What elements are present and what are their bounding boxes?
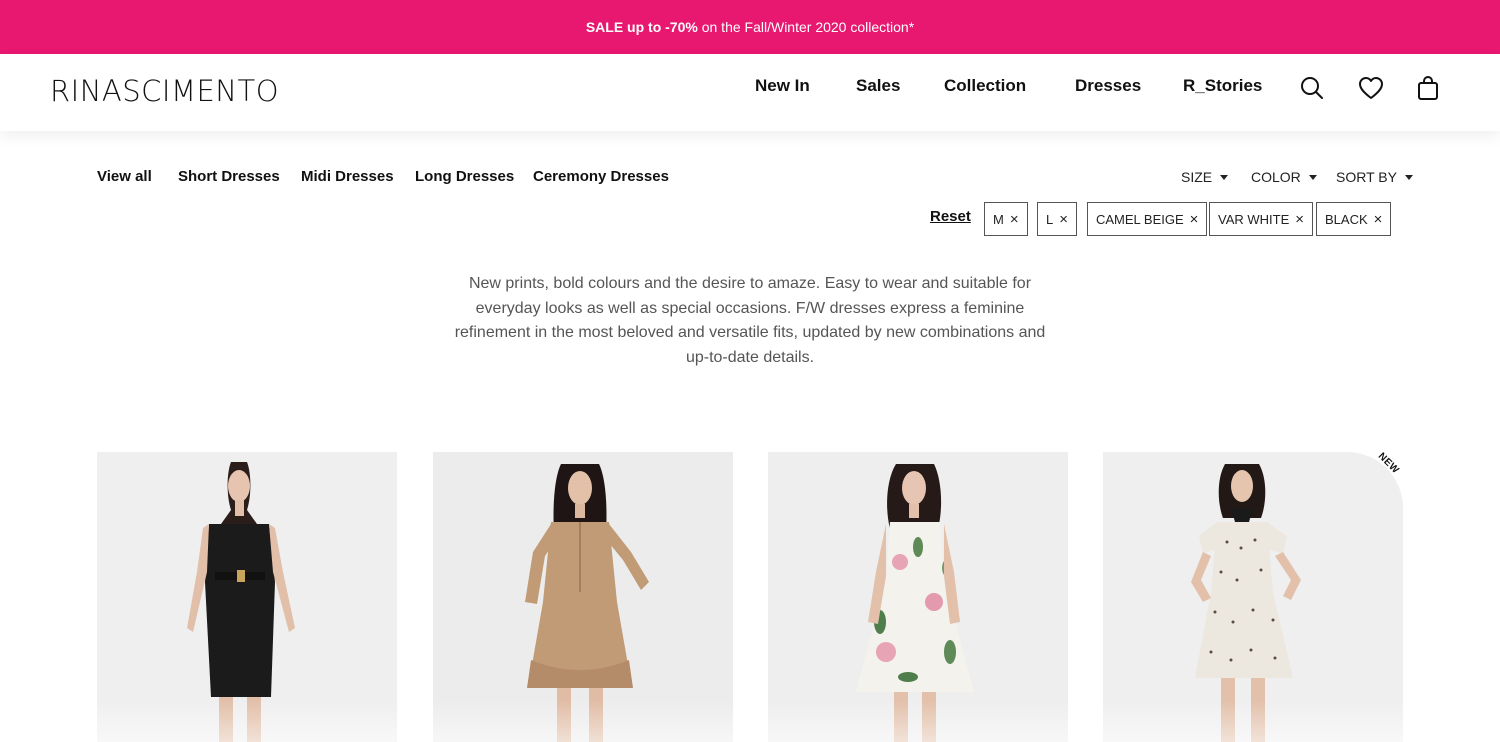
nav-sales[interactable]: Sales [856, 76, 900, 96]
brand-logo[interactable]: RINASCIMENTO [50, 74, 279, 108]
caret-down-icon [1404, 174, 1413, 180]
subnav-ceremony-dresses[interactable]: Ceremony Dresses [533, 168, 669, 185]
filter-chip-label: BLACK [1325, 211, 1368, 227]
description-line: New prints, bold colours and the desire … [468, 275, 1032, 292]
product-card[interactable] [97, 452, 397, 742]
caret-down-icon [1220, 174, 1229, 180]
filter-chip-label: CAMEL BEIGE [1096, 211, 1184, 227]
filter-chip-black[interactable]: BLACK × [1316, 202, 1392, 236]
product-card[interactable] [433, 452, 733, 742]
filter-chip-label: VAR WHITE [1218, 211, 1290, 227]
site-header: RINASCIMENTO New In Sales Collection Dre… [0, 54, 1500, 131]
sort-by-dropdown[interactable]: SORT BY [1336, 169, 1413, 185]
nav-dresses[interactable]: Dresses [1075, 76, 1141, 96]
product-image [433, 452, 733, 742]
search-icon[interactable] [1298, 74, 1326, 102]
subnav-long-dresses[interactable]: Long Dresses [415, 168, 514, 185]
product-image [1103, 452, 1403, 742]
product-image [97, 452, 397, 742]
description-line: up-to-date details. [685, 348, 815, 366]
subnav-view-all[interactable]: View all [97, 168, 152, 185]
nav-r-stories[interactable]: R_Stories [1183, 76, 1262, 96]
product-card[interactable] [768, 452, 1068, 742]
close-icon[interactable]: × [1010, 212, 1019, 227]
product-image [768, 452, 1068, 742]
shopping-bag-icon[interactable] [1414, 74, 1442, 102]
close-icon[interactable]: × [1295, 212, 1304, 227]
close-icon[interactable]: × [1374, 212, 1383, 227]
subnav-short-dresses[interactable]: Short Dresses [178, 168, 280, 185]
caret-down-icon [1308, 174, 1317, 180]
subnav-midi-dresses[interactable]: Midi Dresses [301, 168, 394, 185]
heart-icon[interactable] [1357, 74, 1385, 102]
filter-chip-l[interactable]: L × [1037, 202, 1077, 236]
product-card[interactable] [1103, 452, 1403, 742]
sort-by-label: SORT BY [1336, 169, 1397, 185]
description-line: refinement in the most beloved and versa… [454, 324, 1046, 341]
reset-filters-link[interactable]: Reset [930, 208, 971, 225]
category-description: New prints, bold colours and the desire … [440, 272, 1060, 370]
size-filter-dropdown[interactable]: SIZE [1181, 169, 1229, 185]
filter-chip-var-white[interactable]: VAR WHITE × [1209, 202, 1314, 236]
color-filter-dropdown[interactable]: COLOR [1251, 169, 1317, 185]
description-line: everyday looks as well as special occasi… [475, 299, 1025, 317]
filter-chip-camel-beige[interactable]: CAMEL BEIGE × [1087, 202, 1208, 236]
size-filter-label: SIZE [1181, 169, 1213, 185]
nav-collection[interactable]: Collection [944, 76, 1026, 96]
filter-chip-m[interactable]: M × [984, 202, 1028, 236]
filter-chip-label: M [993, 211, 1004, 227]
promo-text: on the Fall/Winter 2020 collection* [697, 19, 915, 35]
promo-highlight: SALE up to -70% [585, 19, 698, 35]
color-filter-label: COLOR [1251, 169, 1301, 185]
nav-new-in[interactable]: New In [755, 76, 810, 96]
filter-chip-label: L [1046, 211, 1054, 227]
promo-banner[interactable]: SALE up to -70% on the Fall/Winter 2020 … [0, 0, 1500, 54]
close-icon[interactable]: × [1190, 212, 1199, 227]
close-icon[interactable]: × [1059, 212, 1068, 227]
